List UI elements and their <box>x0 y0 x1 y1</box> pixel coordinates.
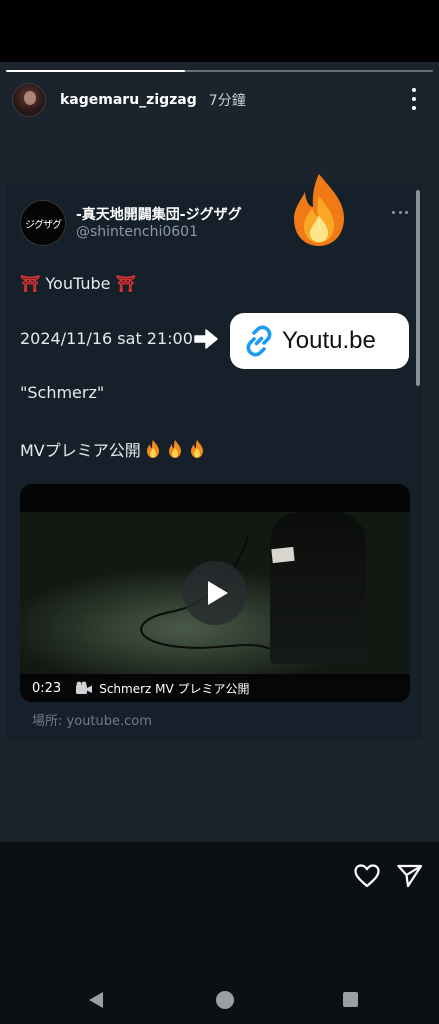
more-horizontal-icon <box>392 211 408 215</box>
nav-recents-icon[interactable] <box>343 992 358 1007</box>
video-player[interactable]: 0:23 Schmerz MV プレミア公開 <box>20 484 410 702</box>
arrow-right-icon <box>194 329 218 349</box>
fire-icon <box>146 440 159 458</box>
story-avatar[interactable] <box>12 83 46 117</box>
video-duration: 0:23 <box>32 680 62 696</box>
post-premiere-label: MVプレミア公開 <box>20 441 141 460</box>
post-line-youtube: ⛩ YouTube ⛩ <box>20 274 136 293</box>
video-figure <box>270 512 366 664</box>
fire-icon <box>168 440 181 458</box>
post-avatar-logo-text: ジグザグ <box>25 219 62 231</box>
post-author-name: -真天地開闢集団-ジグザグ <box>76 207 242 223</box>
post-youtube-label: YouTube <box>45 274 111 293</box>
send-icon[interactable] <box>396 863 424 889</box>
fire-icon <box>190 440 203 458</box>
video-caption-bar: 0:23 Schmerz MV プレミア公開 <box>20 674 410 702</box>
story-time: 7分鐘 <box>208 93 246 109</box>
story-progress-bar <box>6 70 433 72</box>
video-camera-icon <box>76 681 93 694</box>
torii-icon: ⛩ <box>20 274 41 293</box>
fire-icon <box>294 174 344 246</box>
post-avatar: ジグザグ <box>20 200 66 246</box>
video-top-bar <box>20 484 410 512</box>
story-header: kagemaru_zigzag 7分鐘 <box>12 82 427 118</box>
embedded-post-card[interactable]: ジグザグ -真天地開闢集団-ジグザグ @shintenchi0601 ⛩ You… <box>6 184 422 740</box>
link-sticker-text: Youtu.be <box>282 327 376 354</box>
more-vertical-icon[interactable] <box>409 88 419 110</box>
nav-back-icon[interactable] <box>86 990 106 1010</box>
status-bar <box>0 0 439 62</box>
post-line-title: "Schmerz" <box>20 383 105 402</box>
post-line-date: 2024/11/16 sat 21:00 <box>20 329 193 348</box>
play-icon[interactable] <box>183 561 247 625</box>
video-title: Schmerz MV プレミア公開 <box>99 681 250 696</box>
torii-icon: ⛩ <box>115 274 136 293</box>
post-line-premiere: MVプレミア公開 <box>20 437 207 461</box>
heart-icon[interactable] <box>353 863 381 889</box>
story-username[interactable]: kagemaru_zigzag <box>60 92 197 108</box>
story-progress-fill <box>6 70 186 72</box>
link-icon <box>246 325 272 357</box>
post-author-handle: @shintenchi0601 <box>76 224 198 240</box>
post-scrollbar[interactable] <box>416 190 420 386</box>
link-sticker[interactable]: Youtu.be <box>230 313 409 369</box>
post-source-link[interactable]: 場所: youtube.com <box>32 710 152 729</box>
video-paper <box>271 546 295 564</box>
nav-home-icon[interactable] <box>216 991 234 1009</box>
